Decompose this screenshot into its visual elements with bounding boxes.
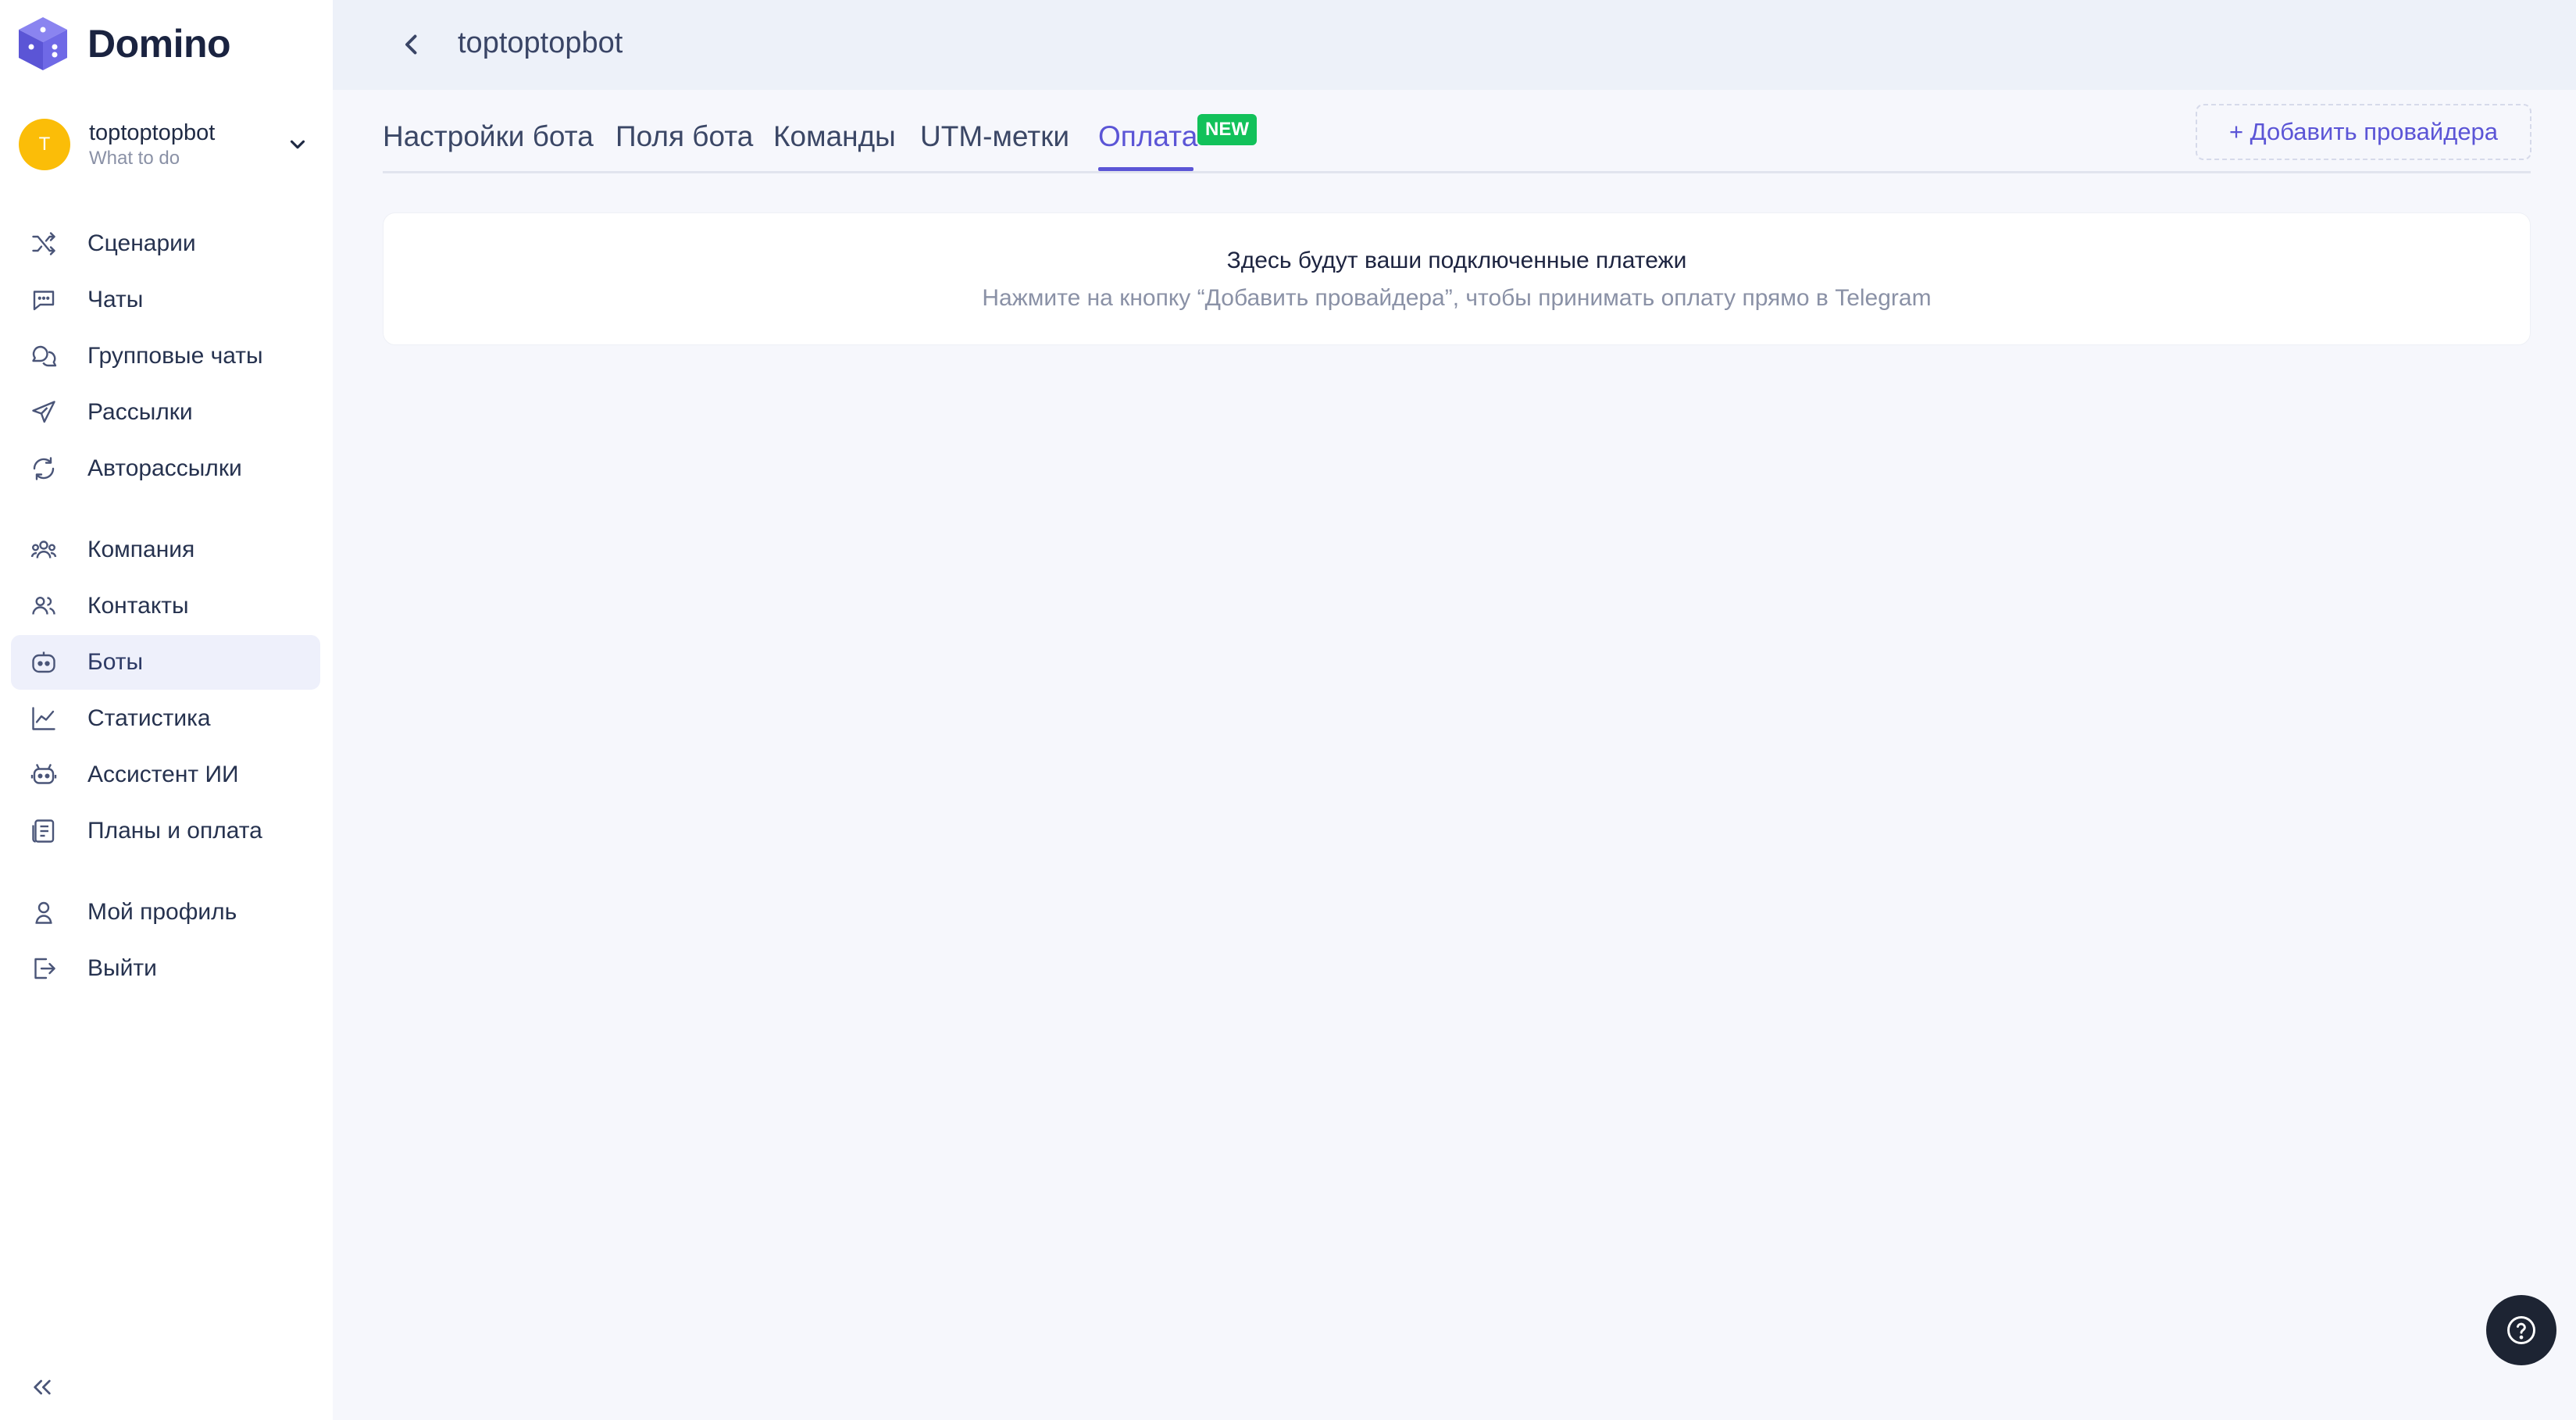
sidebar-item-label: Компания xyxy=(87,537,195,562)
sidebar-item-mailings[interactable]: Рассылки xyxy=(11,385,320,440)
collapse-sidebar-button[interactable] xyxy=(27,1372,58,1403)
top-header: toptoptopbot xyxy=(333,0,2576,90)
sidebar-item-label: Статистика xyxy=(87,705,211,731)
sidebar-item-ai-assistant[interactable]: Ассистент ИИ xyxy=(11,747,320,802)
new-badge: NEW xyxy=(1197,114,1257,145)
sidebar-item-label: Сценарии xyxy=(87,230,196,256)
sidebar-item-label: Ассистент ИИ xyxy=(87,762,239,787)
sidebar-item-scenarios[interactable]: Сценарии xyxy=(11,216,320,271)
sidebar-item-label: Чаты xyxy=(87,287,144,312)
tab-bot-settings[interactable]: Настройки бота xyxy=(383,120,594,153)
profile-icon xyxy=(28,897,59,928)
add-provider-button[interactable]: + Добавить провайдера xyxy=(2196,104,2531,160)
tab-utm-tags[interactable]: UTM-метки xyxy=(920,120,1069,153)
sidebar-item-group-chats[interactable]: Групповые чаты xyxy=(11,329,320,384)
sidebar-item-company[interactable]: Компания xyxy=(11,523,320,577)
empty-state-subtitle: Нажмите на кнопку “Добавить провайдера”,… xyxy=(982,285,1932,311)
chart-icon xyxy=(28,703,59,734)
sidebar-item-label: Мой профиль xyxy=(87,899,237,925)
help-button[interactable] xyxy=(2486,1295,2556,1365)
sidebar-item-label: Авторассылки xyxy=(87,455,242,481)
chevron-left-icon xyxy=(405,34,417,55)
ai-assistant-icon xyxy=(28,759,59,790)
sidebar-item-profile[interactable]: Мой профиль xyxy=(11,885,320,940)
sidebar-item-chats[interactable]: Чаты xyxy=(11,273,320,327)
sidebar-item-plans-billing[interactable]: Планы и оплата xyxy=(11,804,320,858)
domino-logo-icon xyxy=(19,17,67,70)
bot-icon xyxy=(28,647,59,678)
sidebar-item-label: Контакты xyxy=(87,593,189,619)
sidebar-item-label: Боты xyxy=(87,649,144,675)
tab-payment[interactable]: Оплата xyxy=(1098,120,1197,153)
contacts-icon xyxy=(28,590,59,622)
group-chat-icon xyxy=(28,341,59,372)
chevron-down-icon xyxy=(290,140,305,149)
chat-icon xyxy=(28,284,59,316)
empty-state-title: Здесь будут ваши подключенные платежи xyxy=(1226,248,1687,273)
tab-commands[interactable]: Команды xyxy=(773,120,896,153)
double-chevron-left-icon xyxy=(34,1379,51,1395)
back-button[interactable] xyxy=(392,25,431,64)
auto-send-icon xyxy=(28,453,59,484)
send-icon xyxy=(28,397,59,428)
sidebar-item-bots[interactable]: Боты xyxy=(11,635,320,690)
sidebar-item-contacts[interactable]: Контакты xyxy=(11,579,320,633)
active-tab-indicator xyxy=(1098,167,1193,171)
sidebar-item-logout[interactable]: Выйти xyxy=(11,941,320,996)
sidebar-item-label: Планы и оплата xyxy=(87,818,262,844)
billing-icon xyxy=(28,815,59,847)
app-name: Domino xyxy=(87,22,231,66)
sidebar-item-auto-mailings[interactable]: Авторассылки xyxy=(11,441,320,496)
account-switcher[interactable]: T toptoptopbot What to do xyxy=(19,113,320,176)
sidebar-item-label: Выйти xyxy=(87,955,157,981)
avatar: T xyxy=(19,119,70,170)
sidebar: Domino T toptoptopbot What to do Сценари… xyxy=(0,0,333,1420)
logout-icon xyxy=(28,953,59,984)
tab-bot-fields[interactable]: Поля бота xyxy=(615,120,753,153)
empty-state-card: Здесь будут ваши подключенные платежи На… xyxy=(383,212,2531,345)
company-icon xyxy=(28,534,59,566)
logo[interactable]: Domino xyxy=(17,16,231,72)
question-icon xyxy=(2507,1316,2535,1344)
sidebar-item-label: Групповые чаты xyxy=(87,343,263,369)
sidebar-item-statistics[interactable]: Статистика xyxy=(11,691,320,746)
page-title: toptoptopbot xyxy=(458,27,623,59)
shuffle-icon xyxy=(28,228,59,259)
account-name: toptoptopbot xyxy=(89,120,216,145)
account-subtitle: What to do xyxy=(89,148,180,169)
sidebar-item-label: Рассылки xyxy=(87,399,193,425)
